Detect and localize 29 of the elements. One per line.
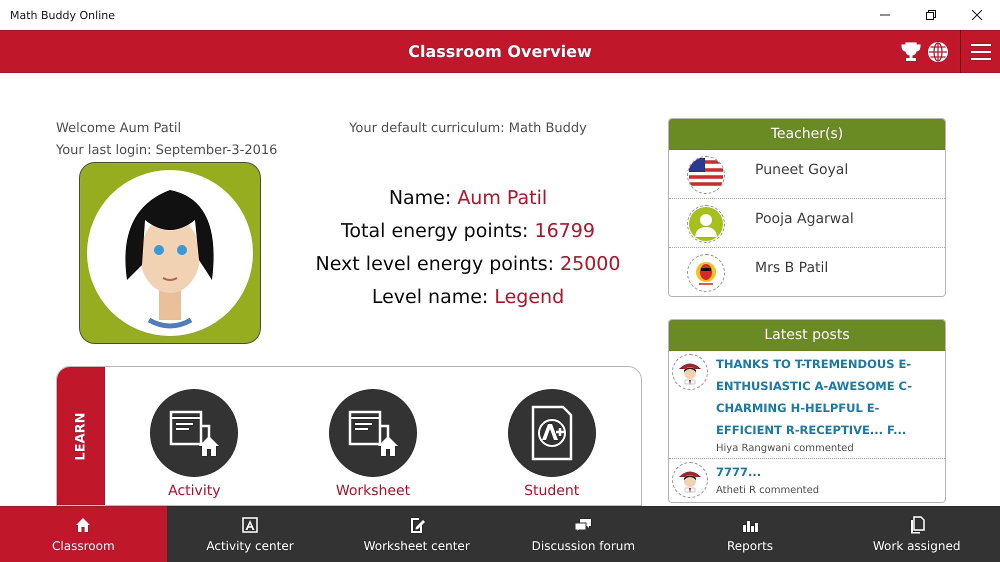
nav-tab[interactable]: Classroom	[0, 506, 167, 562]
flag-icon	[689, 158, 723, 192]
post-link[interactable]: 7777...	[716, 461, 820, 483]
post-author: Hiya Rangwani commented	[716, 443, 855, 454]
globe-icon	[927, 40, 949, 62]
teacher-name: Mrs B Patil	[755, 260, 828, 276]
close-icon	[972, 10, 982, 20]
page-title: Classroom Overview	[408, 42, 592, 61]
menu-icon	[970, 44, 990, 60]
teacher-name: Pooja Agarwal	[755, 211, 854, 227]
stat-text: Level name: Legend	[372, 285, 564, 310]
teacher-name: Puneet Goyal	[755, 162, 848, 178]
curriculum-text: Your default curriculum: Math Buddy	[349, 120, 587, 138]
panel-title: Teacher(s)	[669, 119, 945, 150]
post-author: Atheti R commented	[716, 485, 820, 496]
stat-text: Total energy points: 16799	[341, 219, 595, 244]
restore-icon	[926, 10, 936, 20]
post-link[interactable]: THANKS TO T-TREMENDOUS E-ENTHUSIASTIC A-AWESOME C-CHARMING H-HELPFUL E-EFFICIENT R-RECEPTIVE... F...	[716, 353, 945, 441]
letter-icon	[241, 516, 259, 534]
trophy-icon	[901, 42, 921, 62]
learn-label: LEARN	[74, 412, 88, 460]
home-icon	[74, 516, 92, 534]
stat-text: Next level energy points: 25000	[315, 252, 620, 277]
welcome-text: Welcome Aum Patil	[56, 120, 182, 138]
panel-title: Latest posts	[669, 320, 945, 351]
person-silhouette-icon	[689, 207, 723, 241]
last-login-text: Your last login: September-3-2016	[56, 142, 278, 160]
window-title: Math Buddy Online	[10, 8, 115, 22]
stat-text: Name: Aum Patil	[388, 186, 548, 211]
